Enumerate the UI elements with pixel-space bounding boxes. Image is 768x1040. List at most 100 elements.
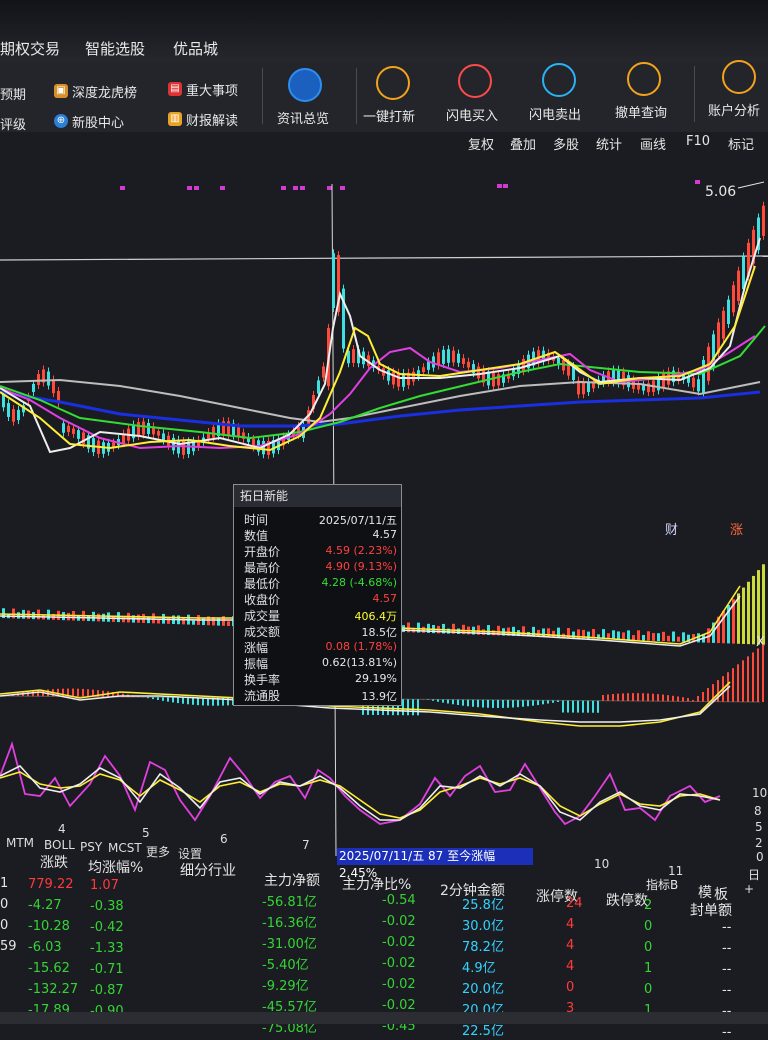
col-header-industry[interactable]: 细分行业 <box>180 860 236 880</box>
right-label-indicator[interactable]: 指标B <box>646 876 678 893</box>
volume-bar <box>182 618 185 625</box>
candle-body <box>697 379 700 391</box>
axis-number-4: 4 <box>58 822 66 836</box>
macd-bar <box>462 700 464 706</box>
table-cell-down: 0 <box>644 940 652 955</box>
chart-btn-statistics[interactable]: 统计 <box>596 134 622 153</box>
table-cell-seal: -- <box>722 899 731 914</box>
finance-badge[interactable]: 财 <box>665 523 678 538</box>
table-cell-ratio: -0.54 <box>382 893 416 908</box>
col-header-limit-down[interactable]: 跌停数 <box>606 890 648 910</box>
indicator-tab-more[interactable]: 更多 <box>146 843 170 860</box>
limit-up-badge[interactable]: 涨 <box>730 523 743 538</box>
candle-body <box>352 349 355 363</box>
col-header-avg-change[interactable]: 均涨幅% <box>88 857 143 877</box>
volume-bar <box>147 617 150 623</box>
candle-body <box>522 359 525 371</box>
volume-bar <box>752 576 755 644</box>
tooltip-title: 拓日新能 <box>234 485 401 507</box>
tooltip-value: 29.19% <box>355 672 397 685</box>
chart-btn-mark[interactable]: 标记 <box>728 134 754 153</box>
menu-options-trading[interactable]: 期权交易 <box>0 38 60 59</box>
right-label-plus[interactable]: + <box>744 882 754 896</box>
candle-body <box>332 253 335 308</box>
chart-btn-multi-stock[interactable]: 多股 <box>553 134 579 153</box>
menu-smart-stock-picker[interactable]: 智能选股 <box>85 38 145 59</box>
col-header-change[interactable]: 涨跌 <box>40 852 68 872</box>
table-cell-net: -9.29亿 <box>262 975 309 994</box>
macd-bar <box>502 700 504 708</box>
menu-premium-mall[interactable]: 优品城 <box>173 38 218 59</box>
toolbar-item-dragon-tiger[interactable]: 深度龙虎榜 <box>72 82 137 101</box>
axis-number-7: 7 <box>302 838 310 852</box>
right-label-day[interactable]: 日 <box>748 866 760 883</box>
candle-body <box>722 311 725 339</box>
indicator-tab-mtm[interactable]: MTM <box>6 836 34 850</box>
account-analysis-icon[interactable] <box>722 60 756 94</box>
volume-bar <box>62 612 65 620</box>
bar-chart-icon[interactable] <box>376 66 410 100</box>
table-cell-net: -5.40亿 <box>262 954 309 973</box>
macd-bar <box>627 693 629 701</box>
volume-bar <box>657 633 660 641</box>
candle-body <box>147 423 150 434</box>
toolbar-item-ipo-center[interactable]: 新股中心 <box>72 112 124 131</box>
tooltip-label: 收盘价 <box>244 591 280 608</box>
candle-body <box>142 422 145 435</box>
right-axis-50: 5 <box>755 820 763 834</box>
date-banner: 2025/07/11/五 87 至今涨幅2.45% <box>337 848 533 865</box>
toolbar-flash-sell[interactable]: 闪电卖出 <box>529 104 581 123</box>
table-cell-down: 2 <box>644 898 652 913</box>
tooltip-label: 开盘价 <box>244 543 280 560</box>
candle-body <box>157 431 160 436</box>
toolbar-flash-buy[interactable]: 闪电买入 <box>446 105 498 124</box>
macd-bar <box>497 700 499 708</box>
toolbar-item-rating[interactable]: 评级 <box>0 114 26 133</box>
macd-bar <box>472 700 474 707</box>
axis-number-6: 6 <box>220 832 228 846</box>
bottom-tab-strip[interactable] <box>0 1012 768 1024</box>
buy-icon[interactable] <box>458 64 492 98</box>
table-cell-change: -15.62 <box>28 961 70 976</box>
candle-body <box>492 373 495 386</box>
table-cell-amount: 20.0亿 <box>462 978 504 997</box>
macd-bar <box>437 699 439 701</box>
macd-bar <box>672 696 674 702</box>
globe-icon[interactable] <box>288 68 322 102</box>
right-label-template[interactable]: 模 <box>698 882 712 902</box>
indicator-tab-psy[interactable]: PSY <box>80 840 102 854</box>
tooltip-value: 4.90 (9.13%) <box>325 560 397 573</box>
toolbar-separator <box>356 68 357 124</box>
macd-bar <box>487 700 489 708</box>
macd-bar <box>597 701 599 713</box>
chart-btn-overlay[interactable]: 叠加 <box>510 134 536 153</box>
toolbar-news-overview[interactable]: 资讯总览 <box>277 108 329 127</box>
col-header-main-ratio[interactable]: 主力净比% <box>342 874 411 894</box>
toolbar-item-earnings-report[interactable]: 财报解读 <box>186 110 238 129</box>
volume-bar <box>227 621 230 626</box>
volume-bar <box>112 616 115 622</box>
macd-bar <box>612 694 614 701</box>
chart-btn-f10[interactable]: F10 <box>686 134 710 149</box>
volume-bar <box>637 630 640 640</box>
volume-bar <box>662 632 665 641</box>
table-cell-amount: 78.2亿 <box>462 936 504 955</box>
toolbar-item-major-events[interactable]: 重大事项 <box>186 80 238 99</box>
volume-bar <box>747 582 750 644</box>
tooltip-label: 成交额 <box>244 623 280 640</box>
col-header-main-net[interactable]: 主力净额 <box>264 870 320 890</box>
sell-icon[interactable] <box>542 63 576 97</box>
indicator-tab-boll[interactable]: BOLL <box>44 838 75 852</box>
chart-btn-draw-line[interactable]: 画线 <box>640 134 666 153</box>
toolbar-one-click-ipo[interactable]: 一键打新 <box>363 106 415 125</box>
candle-body <box>7 403 10 417</box>
toolbar-item-forecast[interactable]: 预期 <box>0 84 26 103</box>
tooltip-label: 最高价 <box>244 559 280 576</box>
toolbar-cancel-query[interactable]: 撤单查询 <box>615 102 667 121</box>
chart-btn-adjust[interactable]: 复权 <box>468 134 494 153</box>
volume-bar <box>127 613 130 623</box>
toolbar-account-analysis[interactable]: 账户分析 <box>708 100 760 119</box>
macd-bar <box>507 700 509 708</box>
cancel-order-icon[interactable] <box>627 62 661 96</box>
indicator-tab-mcst[interactable]: MCST <box>108 841 142 855</box>
